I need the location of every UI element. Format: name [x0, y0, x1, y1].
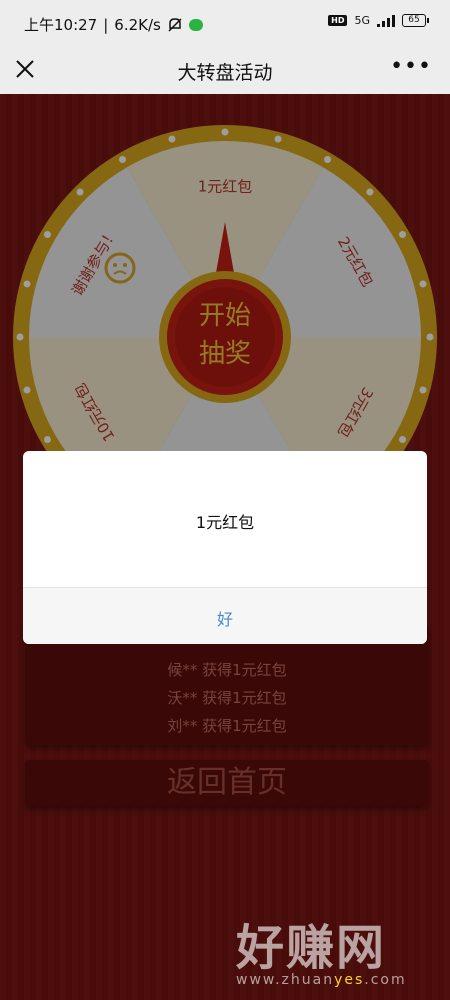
more-icon[interactable]: •••: [390, 54, 432, 79]
status-bar: 上午10:27 | 6.2K/s HD 5G 65: [0, 0, 450, 44]
signal-icon: [377, 14, 395, 27]
dialog-ok-button[interactable]: 好: [23, 606, 427, 630]
result-dialog: 1元红包 好: [23, 451, 427, 644]
watermark-logo: 好赚网: [236, 920, 387, 976]
page-title: 大转盘活动: [177, 62, 273, 84]
dialog-message: 1元红包: [195, 513, 255, 532]
watermark-url: www.zhuanyes.com: [236, 972, 407, 988]
hd-badge: HD: [328, 15, 348, 26]
nav-bar: 大转盘活动 •••: [0, 44, 450, 94]
watermark: 好赚网 www.zhuanyes.com: [236, 908, 436, 988]
status-time: 上午10:27: [24, 16, 98, 34]
status-speed: 6.2K/s: [114, 15, 161, 34]
battery-icon: 65: [402, 14, 429, 27]
network-label: 5G: [354, 14, 370, 27]
mute-icon: [168, 17, 182, 32]
wechat-icon: [188, 18, 203, 31]
